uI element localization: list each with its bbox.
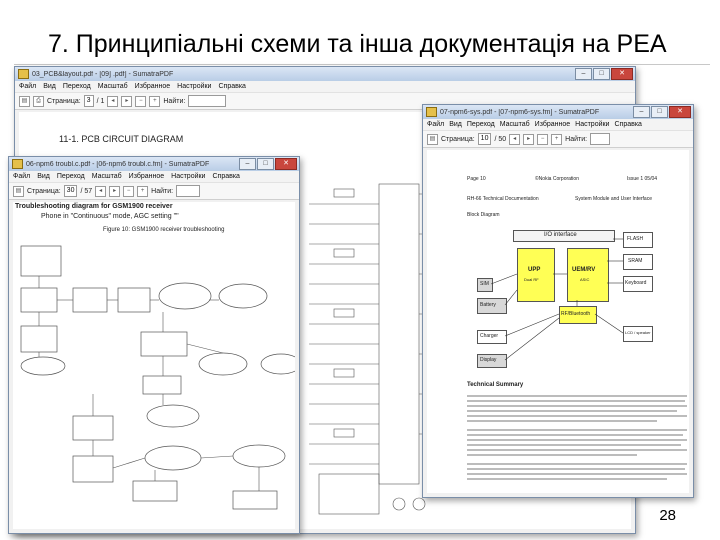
summary-title: Technical Summary bbox=[467, 382, 524, 388]
trouble-flowchart bbox=[20, 245, 295, 510]
next-page-icon[interactable]: ▸ bbox=[109, 185, 121, 197]
trouble-window-controls: – □ ✕ bbox=[239, 158, 297, 170]
menu-zoom[interactable]: Масштаб bbox=[92, 173, 122, 180]
menu-view[interactable]: Вид bbox=[43, 83, 56, 90]
menu-goto[interactable]: Переход bbox=[467, 121, 495, 128]
next-page-icon[interactable]: ▸ bbox=[121, 95, 133, 107]
next-page-icon[interactable]: ▸ bbox=[523, 133, 535, 145]
prev-page-icon[interactable]: ◂ bbox=[509, 133, 521, 145]
system-window[interactable]: 07-npm6-sys.pdf - [07-npm6-sys.fm] - Sum… bbox=[422, 104, 694, 498]
menu-settings[interactable]: Настройки bbox=[171, 173, 205, 180]
find-input[interactable] bbox=[590, 133, 611, 145]
open-icon[interactable]: ▤ bbox=[13, 185, 24, 197]
page-label: Страница: bbox=[441, 135, 475, 143]
minimize-icon[interactable]: – bbox=[239, 158, 256, 170]
zoom-in-icon[interactable]: + bbox=[149, 95, 161, 107]
zoom-out-icon[interactable]: − bbox=[123, 185, 135, 197]
zoom-out-icon[interactable]: − bbox=[537, 133, 549, 145]
doc-caption: Figure 10: GSM1900 receiver troubleshoot… bbox=[103, 227, 225, 233]
open-icon[interactable]: ▤ bbox=[427, 133, 438, 145]
trouble-window[interactable]: 06-npm6 troubl.c.pdf - [06-npm6 troubl.c… bbox=[8, 156, 300, 534]
page-total: / 57 bbox=[80, 187, 93, 195]
system-menubar: Файл Вид Переход Масштаб Избранное Настр… bbox=[423, 119, 693, 131]
find-input[interactable] bbox=[188, 95, 227, 107]
find-label: Найти: bbox=[163, 97, 186, 105]
page-total: / 50 bbox=[494, 135, 507, 143]
sumatra-icon bbox=[12, 159, 23, 169]
system-window-controls: – □ ✕ bbox=[633, 106, 691, 118]
maximize-icon[interactable]: □ bbox=[651, 106, 668, 118]
menu-settings[interactable]: Настройки bbox=[575, 121, 609, 128]
trouble-window-title: 06-npm6 troubl.c.pdf - [06-npm6 troubl.c… bbox=[26, 160, 210, 168]
menu-zoom[interactable]: Масштаб bbox=[500, 121, 530, 128]
close-icon[interactable]: ✕ bbox=[611, 68, 633, 80]
trouble-toolbar: ▤ Страница: 30 / 57 ◂ ▸ − + Найти: bbox=[9, 183, 299, 200]
doc-line-1: Troubleshooting diagram for GSM1900 rece… bbox=[15, 203, 173, 210]
sumatra-icon bbox=[18, 69, 29, 79]
menu-help[interactable]: Справка bbox=[212, 173, 239, 180]
pcb-window-title: 03_PCB&layout.pdf - [09] .pdf] - Sumatra… bbox=[32, 70, 174, 78]
maximize-icon[interactable]: □ bbox=[257, 158, 274, 170]
page-input[interactable]: 30 bbox=[63, 185, 78, 197]
trouble-titlebar[interactable]: 06-npm6 troubl.c.pdf - [06-npm6 troubl.c… bbox=[9, 157, 299, 171]
zoom-out-icon[interactable]: − bbox=[135, 95, 147, 107]
slide-page-number: 28 bbox=[659, 507, 676, 524]
menu-file[interactable]: Файл bbox=[19, 83, 36, 90]
zoom-in-icon[interactable]: + bbox=[551, 133, 563, 145]
sumatra-icon bbox=[426, 107, 437, 117]
system-titlebar[interactable]: 07-npm6-sys.pdf - [07-npm6-sys.fm] - Sum… bbox=[423, 105, 693, 119]
pcb-menubar: Файл Вид Переход Масштаб Избранное Настр… bbox=[15, 81, 635, 93]
find-label: Найти: bbox=[565, 135, 588, 143]
summary-text-lines bbox=[467, 395, 687, 480]
menu-favorites[interactable]: Избранное bbox=[135, 83, 170, 90]
trouble-menubar: Файл Вид Переход Масштаб Избранное Настр… bbox=[9, 171, 299, 183]
close-icon[interactable]: ✕ bbox=[669, 106, 691, 118]
print-icon[interactable]: ⎙ bbox=[33, 95, 44, 107]
slide-title: 7. Принципіальні схеми та інша документа… bbox=[48, 30, 667, 58]
page-label: Страница: bbox=[27, 187, 61, 195]
find-input[interactable] bbox=[176, 185, 201, 197]
menu-view[interactable]: Вид bbox=[449, 121, 462, 128]
menu-settings[interactable]: Настройки bbox=[177, 83, 211, 90]
menu-goto[interactable]: Переход bbox=[57, 173, 85, 180]
menu-favorites[interactable]: Избранное bbox=[535, 121, 570, 128]
system-window-title: 07-npm6-sys.pdf - [07-npm6-sys.fm] - Sum… bbox=[440, 108, 600, 116]
menu-view[interactable]: Вид bbox=[37, 173, 50, 180]
menu-help[interactable]: Справка bbox=[614, 121, 641, 128]
pcb-window-controls: – □ ✕ bbox=[575, 68, 633, 80]
maximize-icon[interactable]: □ bbox=[593, 68, 610, 80]
minimize-icon[interactable]: – bbox=[633, 106, 650, 118]
system-page: Page 10 ©Nokia Corporation Issue 1 05/04… bbox=[427, 150, 689, 493]
prev-page-icon[interactable]: ◂ bbox=[95, 185, 107, 197]
close-icon[interactable]: ✕ bbox=[275, 158, 297, 170]
pcb-titlebar[interactable]: 03_PCB&layout.pdf - [09] .pdf] - Sumatra… bbox=[15, 67, 635, 81]
menu-file[interactable]: Файл bbox=[13, 173, 30, 180]
menu-zoom[interactable]: Масштаб bbox=[98, 83, 128, 90]
title-divider bbox=[14, 64, 710, 65]
zoom-in-icon[interactable]: + bbox=[137, 185, 149, 197]
find-label: Найти: bbox=[151, 187, 174, 195]
system-toolbar: ▤ Страница: 10 / 50 ◂ ▸ − + Найти: bbox=[423, 131, 693, 148]
trouble-page: Troubleshooting diagram for GSM1900 rece… bbox=[13, 202, 295, 529]
pcb-heading: 11-1. PCB CIRCUIT DIAGRAM bbox=[59, 134, 184, 144]
menu-favorites[interactable]: Избранное bbox=[129, 173, 164, 180]
menu-file[interactable]: Файл bbox=[427, 121, 444, 128]
page-input[interactable]: 10 bbox=[477, 133, 492, 145]
doc-line-2: Phone in "Continuous" mode, AGC setting … bbox=[41, 213, 179, 220]
page-label: Страница: bbox=[47, 97, 81, 105]
open-icon[interactable]: ▤ bbox=[19, 95, 30, 107]
page-input[interactable]: 3 bbox=[83, 95, 94, 107]
prev-page-icon[interactable]: ◂ bbox=[107, 95, 119, 107]
page-total: / 1 bbox=[96, 97, 105, 105]
minimize-icon[interactable]: – bbox=[575, 68, 592, 80]
menu-goto[interactable]: Переход bbox=[63, 83, 91, 90]
menu-help[interactable]: Справка bbox=[218, 83, 245, 90]
